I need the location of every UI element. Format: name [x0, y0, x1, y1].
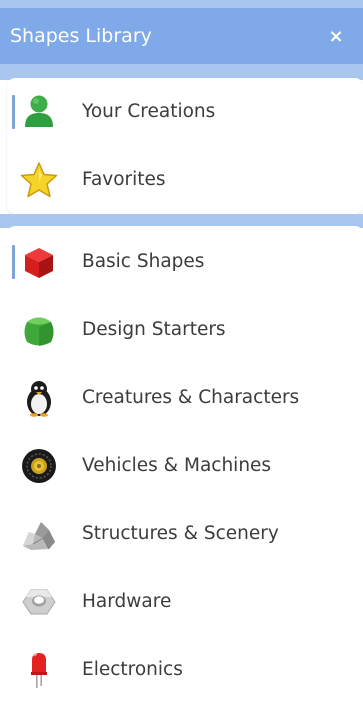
hex-nut-icon: [19, 582, 59, 622]
user-section: Your Creations Favorites: [7, 78, 363, 214]
item-label: Electronics: [82, 659, 183, 680]
item-electronics[interactable]: Electronics: [7, 636, 363, 704]
selection-indicator: [12, 95, 15, 129]
item-label: Your Creations: [82, 101, 216, 122]
library-section: Basic Shapes Design Starters Creatures &…: [7, 226, 363, 704]
led-icon: [19, 650, 59, 690]
item-label: Hardware: [82, 591, 172, 612]
item-label: Vehicles & Machines: [82, 455, 272, 476]
green-cube-icon: [19, 310, 59, 350]
rock-icon: [19, 514, 59, 554]
item-hardware[interactable]: Hardware: [7, 568, 363, 636]
panel-title: Shapes Library: [10, 25, 152, 47]
item-label: Design Starters: [82, 319, 226, 340]
item-label: Basic Shapes: [82, 251, 205, 272]
star-icon: [19, 160, 59, 200]
item-structures-scenery[interactable]: Structures & Scenery: [7, 500, 363, 568]
item-design-starters[interactable]: Design Starters: [7, 296, 363, 364]
red-cube-icon: [19, 242, 59, 282]
item-label: Favorites: [82, 169, 166, 190]
header-bar: Shapes Library ×: [0, 8, 363, 64]
item-label: Structures & Scenery: [82, 523, 279, 544]
wheel-icon: [19, 446, 59, 486]
shapes-library-panel: Shapes Library × Your Creations Favorite…: [0, 0, 363, 704]
close-button[interactable]: ×: [323, 23, 349, 49]
item-favorites[interactable]: Favorites: [7, 146, 363, 214]
item-your-creations[interactable]: Your Creations: [7, 78, 363, 146]
item-basic-shapes[interactable]: Basic Shapes: [7, 228, 363, 296]
item-label: Creatures & Characters: [82, 387, 300, 408]
penguin-icon: [19, 378, 59, 418]
item-vehicles-machines[interactable]: Vehicles & Machines: [7, 432, 363, 500]
user-icon: [19, 92, 59, 132]
item-creatures-characters[interactable]: Creatures & Characters: [7, 364, 363, 432]
selection-indicator: [12, 245, 15, 279]
